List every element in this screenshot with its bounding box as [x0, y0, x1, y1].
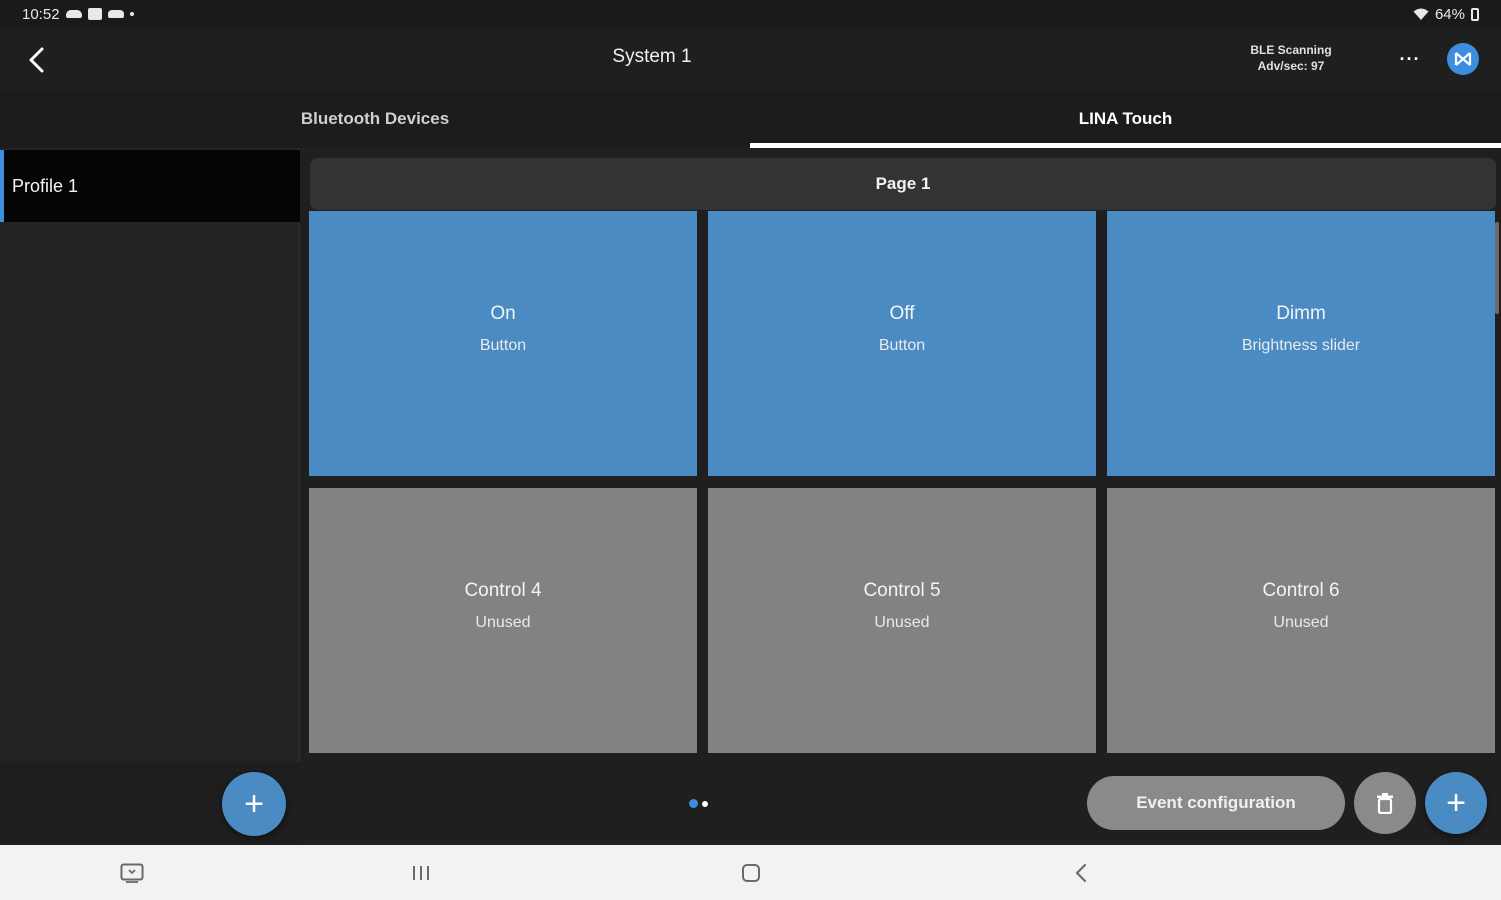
tab-bar: Bluetooth Devices LINA Touch	[0, 90, 1501, 148]
page-header[interactable]: Page 1	[310, 158, 1496, 210]
control-name: Dimm	[1276, 302, 1326, 324]
tab-lina-touch[interactable]: LINA Touch	[750, 90, 1501, 148]
plus-icon: +	[1446, 783, 1466, 822]
screenshot-icon	[120, 863, 144, 883]
control-tile-1[interactable]: On Button	[309, 211, 697, 476]
profile-item-label: Profile 1	[12, 175, 79, 196]
recents-icon	[413, 866, 429, 880]
system-nav-bar	[0, 845, 1501, 900]
control-name: Control 5	[863, 579, 941, 601]
more-notifications-icon	[129, 12, 134, 16]
tab-bluetooth-devices[interactable]: Bluetooth Devices	[0, 90, 750, 148]
plus-icon: +	[244, 784, 264, 823]
controls-panel: Page 1 On Button Off Button Dimm Brightn…	[302, 148, 1501, 845]
car-icon	[107, 10, 124, 18]
cloud-icon	[65, 10, 82, 18]
trash-icon	[1377, 793, 1393, 814]
control-type: Button	[878, 336, 926, 354]
delete-button[interactable]	[1354, 772, 1416, 834]
status-bar: 10:52 64%	[0, 0, 1501, 28]
page-indicator[interactable]	[689, 799, 708, 808]
app-bar: System 1 BLE Scanning Adv/sec: 97 ···	[0, 28, 1501, 90]
control-type: Button	[479, 336, 527, 354]
control-name: Off	[889, 302, 915, 324]
battery-icon	[1471, 7, 1479, 21]
control-type: Unused	[475, 613, 531, 631]
control-tile-4[interactable]: Control 4 Unused	[309, 488, 697, 753]
add-control-button[interactable]: +	[1425, 772, 1487, 834]
control-name: On	[490, 302, 516, 324]
back-chevron-icon	[1075, 863, 1087, 883]
page-dot-active	[689, 799, 698, 808]
ble-scan-label: BLE Scanning	[1250, 43, 1332, 57]
battery-percent: 64%	[1434, 5, 1465, 23]
system-back-button[interactable]	[1064, 857, 1098, 889]
home-button[interactable]	[734, 857, 768, 889]
profile-item[interactable]: Profile 1	[0, 150, 300, 222]
status-time: 10:52	[22, 5, 60, 23]
event-configuration-button[interactable]: Event configuration	[1087, 776, 1345, 830]
recents-button[interactable]	[404, 857, 438, 889]
more-options-button[interactable]: ···	[1392, 46, 1428, 72]
control-type: Unused	[1273, 613, 1329, 631]
controls-footer: Event configuration +	[302, 762, 1501, 845]
control-tile-2[interactable]: Off Button	[708, 211, 1096, 476]
control-tile-3[interactable]: Dimm Brightness slider	[1107, 211, 1495, 476]
ble-adv-rate: Adv/sec: 97	[1257, 59, 1325, 73]
screenshot-button[interactable]	[115, 857, 149, 889]
control-name: Control 6	[1262, 579, 1340, 601]
status-bar-right: 64%	[1413, 6, 1479, 23]
bluetooth-icon	[1454, 52, 1472, 66]
more-horizontal-icon: ···	[1399, 48, 1421, 69]
home-icon	[742, 864, 760, 882]
notification-icon	[87, 8, 102, 20]
control-type: Unused	[874, 613, 930, 631]
ble-scan-status: BLE Scanning Adv/sec: 97	[1236, 42, 1346, 74]
profile-panel-footer: +	[0, 762, 300, 845]
control-tile-6[interactable]: Control 6 Unused	[1107, 488, 1495, 753]
page-header-title: Page 1	[875, 174, 931, 193]
control-type: Brightness slider	[1241, 336, 1361, 354]
bluetooth-status-button[interactable]	[1447, 43, 1479, 75]
wifi-icon	[1413, 8, 1429, 20]
add-profile-button[interactable]: +	[222, 772, 286, 836]
page-title: System 1	[612, 46, 692, 67]
event-configuration-label: Event configuration	[1136, 793, 1296, 812]
status-bar-left: 10:52	[22, 6, 134, 23]
control-tile-5[interactable]: Control 5 Unused	[708, 488, 1096, 753]
scrollbar[interactable]	[1495, 222, 1499, 314]
profile-panel: Profile 1 +	[0, 148, 300, 845]
control-name: Control 4	[464, 579, 542, 601]
page-dot	[702, 800, 708, 807]
